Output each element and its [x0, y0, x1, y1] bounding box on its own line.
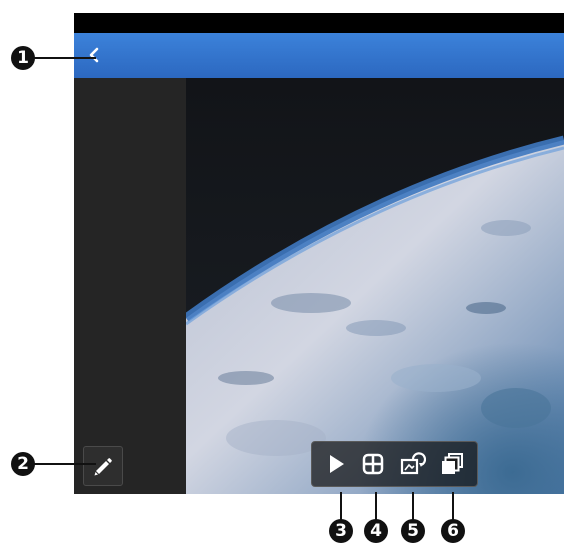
photo-viewer-screen — [74, 13, 564, 494]
callout-4-marker: 4 — [364, 519, 388, 543]
stacked-photos-icon — [442, 453, 463, 474]
rotate-image-icon — [400, 452, 426, 475]
edit-button[interactable] — [83, 446, 123, 486]
rotate-button[interactable] — [398, 450, 426, 478]
callout-5-marker: 5 — [401, 519, 425, 543]
pencil-icon — [94, 458, 112, 476]
album-button[interactable] — [438, 450, 466, 478]
callout-2-marker: 2 — [11, 452, 35, 476]
earth-photo[interactable] — [186, 78, 564, 494]
status-bar — [74, 13, 564, 33]
callout-1-marker: 1 — [11, 46, 35, 70]
callout-6-marker: 6 — [441, 519, 465, 543]
play-icon — [330, 455, 344, 473]
back-button[interactable] — [82, 43, 106, 67]
grid-icon — [362, 453, 384, 475]
grid-view-button[interactable] — [359, 450, 387, 478]
callout-3-marker: 3 — [329, 519, 353, 543]
callout-2-leader — [34, 463, 96, 465]
photo-toolbar — [311, 441, 478, 487]
side-panel — [74, 78, 186, 494]
earth-from-space-image — [186, 78, 564, 494]
top-action-bar — [74, 33, 564, 78]
callout-1-leader — [34, 57, 96, 59]
chevron-left-icon — [89, 47, 99, 63]
slideshow-button[interactable] — [322, 450, 350, 478]
